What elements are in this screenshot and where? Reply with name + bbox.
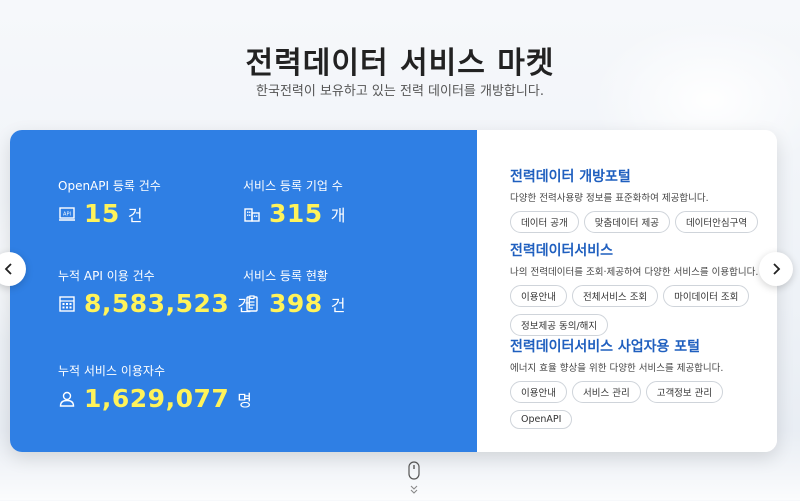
section-open-portal: 전력데이터 개방포털 다양한 전력사용량 정보를 표준화하여 제공합니다. 데이… (510, 166, 775, 240)
next-slide-button[interactable] (759, 252, 793, 286)
service-card: OpenAPI 등록 건수 API 15 건 서비스 등록 기업 수 315 개… (10, 130, 777, 452)
section-title[interactable]: 전력데이터서비스 사업자용 포털 (510, 336, 775, 356)
section-description: 나의 전력데이터를 조회·제공하여 다양한 서비스를 이용합니다. (510, 267, 759, 278)
tag-button[interactable]: 서비스 관리 (571, 381, 641, 403)
user-icon (58, 390, 76, 408)
section-business-portal: 전력데이터서비스 사업자용 포털 에너지 효율 향상을 위한 다양한 서비스를 … (510, 336, 775, 436)
stat-value: 8,583,523 (84, 289, 230, 318)
section-title[interactable]: 전력데이터 개방포털 (510, 166, 775, 186)
stat-label: 서비스 등록 기업 수 (243, 179, 343, 193)
section-tags: 이용안내 전체서비스 조회 마이데이터 조회 정보제공 동의/해지 (510, 285, 775, 343)
tag-button[interactable]: 이용안내 (510, 285, 567, 307)
section-description: 다양한 전력사용량 정보를 표준화하여 제공합니다. (510, 193, 709, 204)
tag-button[interactable]: 데이터 공개 (510, 211, 579, 233)
api-icon: API (58, 205, 76, 223)
stat-service-status: 서비스 등록 현황 398 건 (243, 267, 345, 316)
page-subtitle: 한국전력이 보유하고 있는 전력 데이터를 개방합니다. (256, 84, 544, 99)
stat-value: 398 (269, 289, 323, 318)
stat-value: 15 (84, 199, 120, 228)
stat-unit: 건 (127, 205, 143, 225)
stat-label: 누적 API 이용 건수 (58, 269, 155, 283)
section-tags: 데이터 공개 맞춤데이터 제공 데이터안심구역 (510, 211, 775, 240)
svg-text:API: API (63, 211, 71, 217)
stat-value: 315 (269, 199, 323, 228)
stat-label: OpenAPI 등록 건수 (58, 179, 161, 193)
tag-button[interactable]: 이용안내 (510, 381, 567, 403)
tag-button[interactable]: 정보제공 동의/해지 (510, 314, 609, 336)
stat-label: 누적 서비스 이용자수 (58, 364, 165, 378)
stat-label: 서비스 등록 현황 (243, 269, 328, 283)
section-data-service: 전력데이터서비스 나의 전력데이터를 조회·제공하여 다양한 서비스를 이용합니… (510, 240, 775, 343)
stat-unit: 건 (330, 295, 346, 315)
stats-panel: OpenAPI 등록 건수 API 15 건 서비스 등록 기업 수 315 개… (10, 130, 477, 452)
page-title: 전력데이터 서비스 마켓 (245, 46, 555, 81)
mouse-scroll-icon[interactable] (407, 461, 421, 497)
tag-button[interactable]: 맞춤데이터 제공 (583, 211, 670, 233)
stat-api-usage: 누적 API 이용 건수 8,583,523 건 (58, 267, 252, 316)
tag-button[interactable]: 전체서비스 조회 (571, 285, 659, 307)
section-description: 에너지 효율 향상을 위한 다양한 서비스를 제공합니다. (510, 363, 724, 374)
document-icon (243, 294, 261, 313)
tag-button[interactable]: OpenAPI (510, 410, 573, 429)
stat-value: 1,629,077 (84, 384, 230, 413)
stat-unit: 명 (237, 390, 252, 410)
stat-unit: 개 (330, 205, 346, 225)
tag-button[interactable]: 마이데이터 조회 (663, 285, 750, 307)
tag-button[interactable]: 데이터안심구역 (674, 211, 759, 233)
building-icon (243, 205, 261, 223)
chevron-right-icon (773, 263, 781, 275)
chevron-left-icon (4, 263, 12, 275)
section-tags: 이용안내 서비스 관리 고객정보 관리 OpenAPI (510, 381, 775, 436)
stat-user-count: 누적 서비스 이용자수 1,629,077 명 (58, 362, 252, 411)
links-panel: 전력데이터 개방포털 다양한 전력사용량 정보를 표준화하여 제공합니다. 데이… (477, 130, 777, 452)
calculator-icon (58, 295, 76, 313)
stat-openapi-count: OpenAPI 등록 건수 API 15 건 (58, 177, 161, 226)
stat-company-count: 서비스 등록 기업 수 315 개 (243, 177, 345, 226)
tag-button[interactable]: 고객정보 관리 (645, 381, 724, 403)
section-title[interactable]: 전력데이터서비스 (510, 240, 775, 260)
